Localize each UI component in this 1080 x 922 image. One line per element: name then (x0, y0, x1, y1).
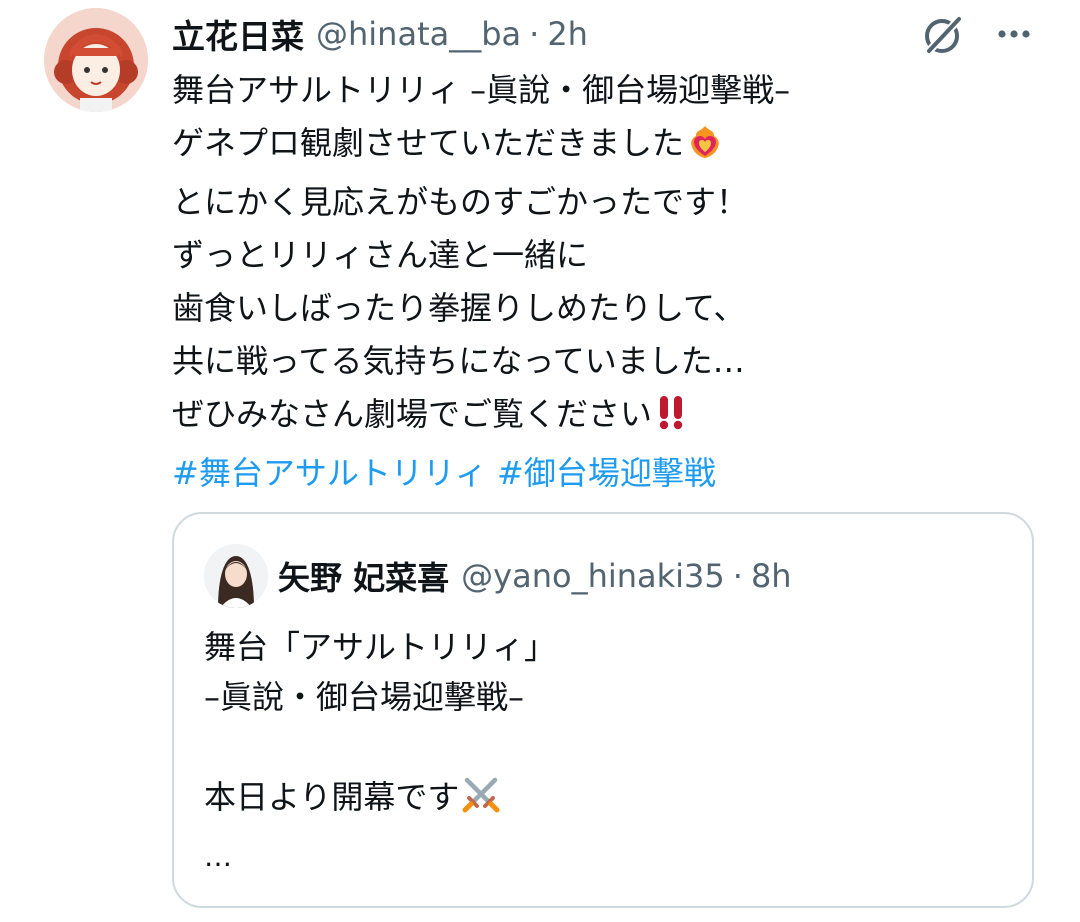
quoted-tweet-line: 本日より開幕です (204, 772, 1004, 828)
tweet-line: とにかく見応えがものすごかったです！ (172, 183, 749, 221)
tweet-line: 歯食いしばったり拳握りしめたりして、 (172, 289, 746, 327)
quoted-tweet-line: –眞說・御台場迎擊戦– (204, 678, 525, 716)
quoted-author-avatar[interactable] (204, 544, 268, 608)
tweet-line: ぜひみなさん劇場でご覧ください (172, 388, 1052, 447)
quoted-tweet-line: 舞台「アサルトリリィ」 (204, 628, 557, 666)
hashtag-link[interactable]: #舞台アサルトリリィ (172, 454, 487, 492)
double-exclamation-emoji (654, 393, 688, 447)
tweet-timestamp[interactable]: 2h (547, 15, 588, 53)
tweet-line: 共に戦ってる気持ちになっていました… (172, 342, 745, 380)
quoted-author-display-name[interactable]: 矢野 妃菜喜 (278, 553, 449, 599)
tweet-header: 立花日菜 @hinata__ba · 2h (172, 10, 588, 58)
quoted-tweet-truncation: … (204, 840, 232, 873)
heart-on-fire-emoji (686, 122, 724, 176)
quoted-tweet-line-text: 本日より開幕です (204, 778, 460, 816)
crossed-swords-emoji (461, 774, 501, 828)
author-display-name[interactable]: 立花日菜 (172, 10, 304, 58)
quoted-tweet-line (204, 722, 1004, 772)
author-avatar[interactable] (44, 8, 148, 112)
hashtag-link[interactable]: #御台場迎擊戦 (497, 454, 716, 492)
tweet-text: 舞台アサルトリリィ –眞說・御台場迎擊戦– ゲネプロ観劇させていただきました と… (172, 64, 1052, 500)
quoted-tweet-header: 矢野 妃菜喜 @yano_hinaki35 · 8h (278, 552, 792, 600)
grok-icon[interactable] (920, 12, 966, 58)
quoted-tweet-timestamp[interactable]: 8h (751, 557, 792, 595)
tweet-line: 舞台アサルトリリィ –眞說・御台場迎擊戦– (172, 71, 791, 109)
quoted-tweet-text: 舞台「アサルトリリィ」 –眞說・御台場迎擊戦– 本日より開幕です (204, 622, 1004, 828)
quoted-tweet-card[interactable]: 矢野 妃菜喜 @yano_hinaki35 · 8h 舞台「アサルトリリィ」 –… (172, 512, 1034, 908)
quoted-author-handle[interactable]: @yano_hinaki35 (461, 557, 725, 595)
tweet-line: ずっとリリィさん達と一緒に (172, 236, 589, 274)
author-handle[interactable]: @hinata__ba (316, 15, 521, 53)
header-separator: · (529, 15, 540, 53)
quoted-header-separator: · (732, 557, 743, 595)
more-options-icon[interactable] (992, 14, 1036, 54)
tweet-line-text: ゲネプロ観劇させていただきました (172, 124, 685, 162)
tweet-line: ゲネプロ観劇させていただきました (172, 117, 1052, 176)
tweet-line-text: ぜひみなさん劇場でご覧ください (172, 395, 653, 433)
tweet[interactable]: 立花日菜 @hinata__ba · 2h 舞台アサルトリリィ –眞說・御台場迎… (0, 0, 1080, 922)
hashtags-line: #舞台アサルトリリィ #御台場迎擊戦 (172, 447, 1052, 500)
